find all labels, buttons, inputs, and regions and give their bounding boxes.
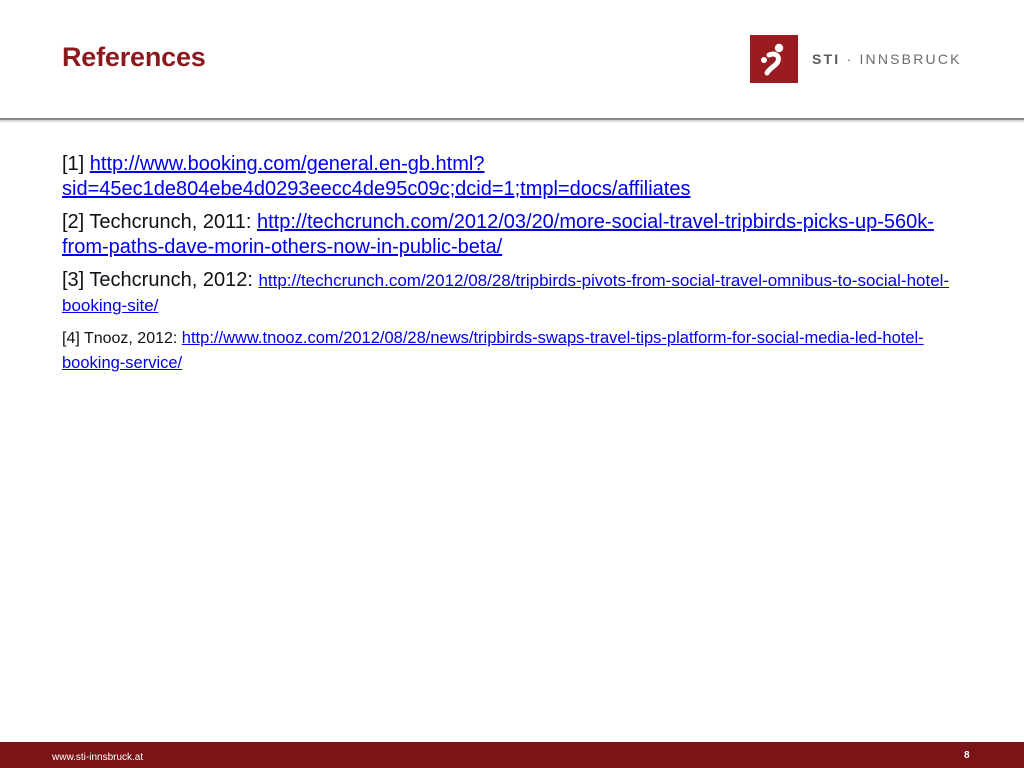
logo-name-bold: STI — [812, 51, 841, 67]
reference-item: [4] Tnooz, 2012: http://www.tnooz.com/20… — [62, 326, 967, 376]
header-divider-shadow — [0, 120, 1024, 123]
reference-label: [4] Tnooz, 2012: — [62, 330, 182, 347]
reference-item: [3] Techcrunch, 2012: http://techcrunch.… — [62, 268, 967, 318]
reference-item: [1] http://www.booking.com/general.en-gb… — [62, 152, 967, 202]
reference-link[interactable]: http://www.booking.com/general.en-gb.htm… — [62, 153, 690, 200]
reference-list: [1] http://www.booking.com/general.en-gb… — [62, 152, 967, 384]
reference-label: [2] Techcrunch, 2011: — [62, 211, 257, 233]
sti-innsbruck-logo: STI · INNSBRUCK — [750, 34, 962, 84]
reference-link[interactable]: http://www.tnooz.com/2012/08/28/news/tri… — [62, 329, 924, 372]
reference-label: [3] Techcrunch, 2012: — [62, 269, 259, 291]
logo-name-rest: INNSBRUCK — [859, 51, 962, 67]
footer-url: www.sti-innsbruck.at — [52, 752, 144, 763]
reference-item: [2] Techcrunch, 2011: http://techcrunch.… — [62, 210, 967, 260]
footer-bar: www.sti-innsbruck.at 8 — [0, 742, 1024, 768]
slide-title: References — [62, 42, 206, 72]
page-number: 8 — [964, 750, 970, 761]
reference-label: [1] — [62, 153, 90, 175]
logo-wordmark: STI · INNSBRUCK — [812, 51, 962, 67]
logo-separator: · — [840, 51, 860, 67]
sti-logo-icon — [750, 35, 798, 83]
